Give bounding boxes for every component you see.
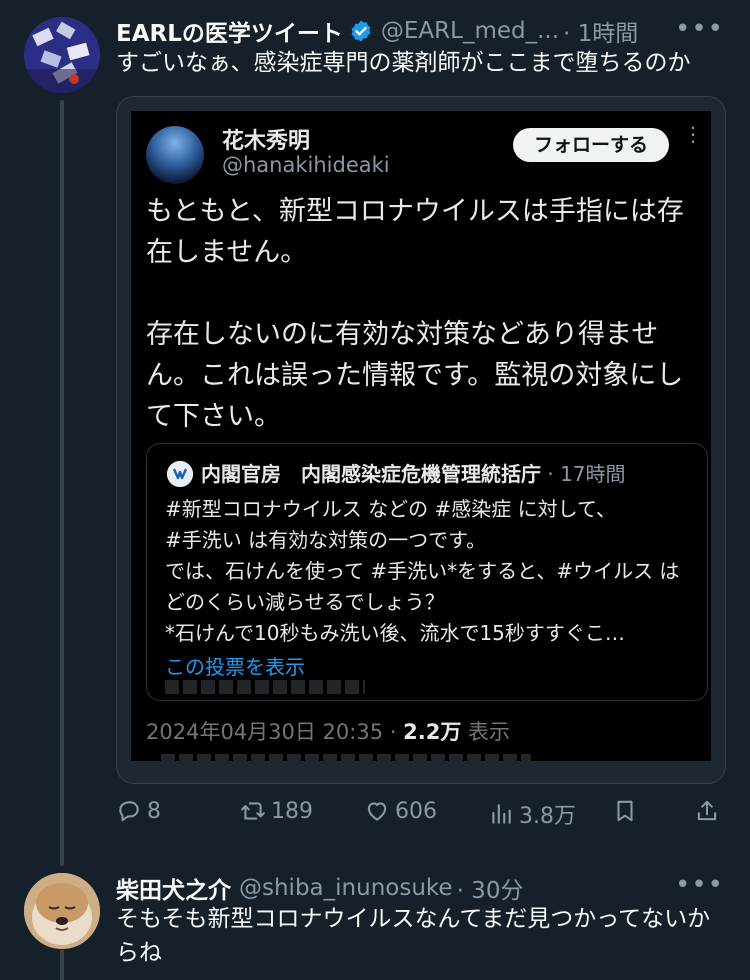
- views-count: 3.8万: [519, 804, 576, 829]
- embedded-post-date: 2024年04月30日 20:35: [146, 720, 384, 744]
- author-name[interactable]: EARLの医学ツイート: [116, 14, 343, 48]
- retweet-button[interactable]: 189: [240, 798, 313, 824]
- reply-text: そもそも新型コロナウイルスなんてまだ見つかってないからね: [116, 906, 711, 966]
- analytics-icon: [492, 804, 511, 824]
- cropped-text: [165, 680, 365, 694]
- meta-separator: ·: [383, 720, 404, 744]
- heart-icon: [367, 802, 387, 821]
- retweet-icon: [241, 802, 265, 820]
- embedded-post-text: もともと、新型コロナウイルスは手指には存在しません。 存在しないのに有効な対策な…: [146, 196, 684, 432]
- post-header: EARLの医学ツイート @EARL_med_... · 1時間: [116, 14, 736, 48]
- quote-author-name: 内閣官房 内閣感染症危機管理統括庁: [201, 462, 541, 486]
- views-button[interactable]: 3.8万: [488, 798, 576, 830]
- reply-icon: [119, 801, 139, 822]
- post-text: すごいなぁ、感染症専門の薬剤師がここまで堕ちるのか: [116, 50, 691, 76]
- share-button[interactable]: [694, 798, 720, 824]
- cabinet-logo-icon: [167, 461, 193, 487]
- embedded-follow-button: フォローする: [513, 128, 669, 162]
- share-icon: [697, 800, 717, 821]
- quote-time: · 17時間: [547, 462, 626, 486]
- reply-time[interactable]: · 30分: [457, 871, 524, 905]
- verified-badge-icon: [349, 19, 373, 43]
- embedded-views-count: 2.2万: [403, 720, 462, 744]
- cropped-text: [161, 754, 531, 761]
- screenshot-content: 花木秀明 @hanakihideaki フォローする ⋮ もともと、新型コロナウ…: [131, 111, 711, 761]
- embedded-quote-post: 内閣官房 内閣感染症危機管理統括庁 · 17時間 #新型コロナウイルス などの …: [146, 443, 708, 701]
- post-actions: 8 189 606 3.8万: [116, 798, 726, 838]
- retweet-count: 189: [271, 798, 313, 824]
- author-handle[interactable]: @EARL_med_...: [381, 18, 559, 44]
- embedded-more-icon: ⋮: [683, 122, 703, 146]
- show-poll-link: この投票を表示: [165, 655, 305, 679]
- more-options-icon[interactable]: •••: [675, 14, 724, 44]
- attached-image[interactable]: 花木秀明 @hanakihideaki フォローする ⋮ もともと、新型コロナウ…: [116, 96, 726, 784]
- reply-more-options-icon[interactable]: •••: [675, 870, 724, 900]
- embedded-post-meta: 2024年04月30日 20:35 · 2.2万 表示: [146, 716, 510, 746]
- reply-author-handle[interactable]: @shiba_inunosuke: [239, 875, 453, 901]
- reply-header: 柴田犬之介 @shiba_inunosuke · 30分: [116, 871, 736, 905]
- avatar[interactable]: [24, 17, 100, 93]
- embedded-avatar: [146, 126, 204, 184]
- bookmark-icon: [617, 800, 633, 822]
- embedded-views-label: 表示: [461, 720, 511, 744]
- quote-header: 内閣官房 内閣感染症危機管理統括庁 · 17時間: [201, 458, 626, 487]
- like-count: 606: [395, 798, 437, 824]
- reply-author-name[interactable]: 柴田犬之介: [116, 871, 231, 905]
- bookmark-button[interactable]: [612, 798, 638, 824]
- reply-avatar[interactable]: [24, 873, 100, 949]
- embedded-author-name: 花木秀明: [222, 129, 311, 154]
- reply-count: 8: [147, 798, 161, 824]
- quote-text: #新型コロナウイルス などの #感染症 に対して、 #手洗い は有効な対策の一つ…: [165, 497, 680, 645]
- thread-connector: [60, 100, 64, 866]
- post-time[interactable]: · 1時間: [563, 14, 638, 48]
- embedded-author-handle: @hanakihideaki: [222, 153, 390, 177]
- reply-button[interactable]: 8: [116, 798, 161, 824]
- like-button[interactable]: 606: [364, 798, 437, 824]
